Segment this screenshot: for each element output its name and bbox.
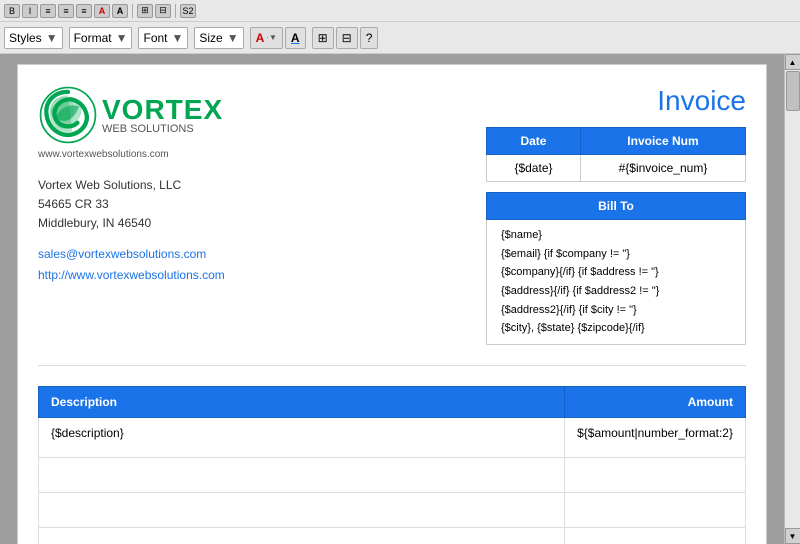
invoice-title: Invoice	[657, 85, 746, 117]
bill-to-line1: {$name}	[501, 226, 731, 245]
text-color-icon: A	[256, 31, 265, 45]
empty-desc-2	[39, 493, 565, 528]
bill-to-line3: {$company}{/if} {if $address != "}	[501, 263, 731, 282]
extra-icons-group: ⊞ ⊟ ?	[312, 27, 379, 49]
empty-row-1	[39, 458, 746, 493]
web-solutions-text: WEB SOLUTIONS	[102, 124, 223, 135]
scroll-up-button[interactable]: ▲	[785, 54, 800, 70]
format-arrow: ▼	[116, 31, 128, 45]
format-label: Format	[74, 31, 112, 45]
amount-header: Amount	[565, 387, 746, 418]
color-dropdown-arrow: ·▼	[266, 33, 277, 42]
invoice-item-row: {$description} ${$amount|number_format:2…	[39, 418, 746, 458]
format-dropdown[interactable]: Format ▼	[69, 27, 133, 49]
font-label: Font	[143, 31, 167, 45]
top-toolbar: B I ≡ ≡ ≡ A A ⊞ ⊟ S2	[0, 0, 800, 22]
toolbar-icon-align3[interactable]: ≡	[76, 4, 92, 18]
table-icon: ⊞	[318, 31, 328, 45]
empty-desc-1	[39, 458, 565, 493]
toolbar-icon-bold[interactable]: B	[4, 4, 20, 18]
text-color-button[interactable]: A ·▼	[250, 27, 283, 49]
address-line1: Vortex Web Solutions, LLC	[38, 176, 181, 195]
contact-section: sales@vortexwebsolutions.com http://www.…	[38, 244, 225, 287]
bill-to-line5: {$address2}{/if} {if $city != "}	[501, 301, 731, 320]
document: VORTEX WEB SOLUTIONS www.vortexwebsoluti…	[17, 64, 767, 544]
logo-section: VORTEX WEB SOLUTIONS www.vortexwebsoluti…	[38, 85, 225, 287]
logo-website: www.vortexwebsolutions.com	[38, 149, 169, 160]
table-row: {$date} #{$invoice_num}	[487, 155, 746, 182]
address-section: Vortex Web Solutions, LLC 54665 CR 33 Mi…	[38, 176, 181, 234]
contact-website: http://www.vortexwebsolutions.com	[38, 265, 225, 287]
content-area[interactable]: VORTEX WEB SOLUTIONS www.vortexwebsoluti…	[0, 54, 784, 544]
description-header: Description	[39, 387, 565, 418]
vortex-brand-name: VORTEX	[102, 96, 223, 124]
scroll-track[interactable]	[785, 70, 800, 528]
styles-arrow: ▼	[46, 31, 58, 45]
size-dropdown[interactable]: Size ▼	[194, 27, 243, 49]
logo-container: VORTEX WEB SOLUTIONS	[38, 85, 223, 145]
bill-to-line6: {$city}, {$state} {$zipcode}{/if}	[501, 319, 731, 338]
table-row: {$name} {$email} {if $company != "} {$co…	[487, 220, 746, 345]
bill-to-table: Bill To {$name} {$email} {if $company !=…	[486, 192, 746, 345]
invoice-num-value: #{$invoice_num}	[580, 155, 745, 182]
date-header: Date	[487, 128, 581, 155]
invoice-header: VORTEX WEB SOLUTIONS www.vortexwebsoluti…	[38, 85, 746, 345]
address-line2: 54665 CR 33	[38, 195, 181, 214]
help-icon: ?	[366, 31, 373, 45]
bill-to-content: {$name} {$email} {if $company != "} {$co…	[487, 220, 746, 345]
section-divider	[38, 365, 746, 366]
date-invoice-table: Date Invoice Num {$date} #{$invoice_num}	[486, 127, 746, 182]
toolbar-icon-italic[interactable]: I	[22, 4, 38, 18]
toolbar-icon-table[interactable]: ⊞	[137, 4, 153, 18]
main-container: VORTEX WEB SOLUTIONS www.vortexwebsoluti…	[0, 54, 800, 544]
main-invoice-table: Description Amount {$description} ${$amo…	[38, 386, 746, 544]
empty-amount-2	[565, 493, 746, 528]
bill-to-header: Bill To	[487, 193, 746, 220]
contact-email: sales@vortexwebsolutions.com	[38, 244, 225, 266]
empty-amount-1	[565, 458, 746, 493]
amount-cell: ${$amount|number_format:2}	[565, 418, 746, 458]
size-arrow: ▼	[227, 31, 239, 45]
font-dropdown[interactable]: Font ▼	[138, 27, 188, 49]
styles-label: Styles	[9, 31, 42, 45]
help-icon-btn[interactable]: ?	[360, 27, 379, 49]
table-icon-btn[interactable]: ⊞	[312, 27, 334, 49]
invoice-right: Invoice Date Invoice Num {$date}	[486, 85, 746, 345]
vortex-logo-icon	[38, 85, 98, 145]
toolbar-icon-misc[interactable]: S2	[180, 4, 196, 18]
toolbar-icon-img[interactable]: ⊟	[155, 4, 171, 18]
color-group: A ·▼ A	[250, 27, 306, 49]
toolbar-icon-align[interactable]: ≡	[40, 4, 56, 18]
description-cell: {$description}	[39, 418, 565, 458]
bill-to-line4: {$address}{/if} {if $address2 != "}	[501, 282, 731, 301]
styles-dropdown[interactable]: Styles ▼	[4, 27, 63, 49]
bill-to-line2: {$email} {if $company != "}	[501, 245, 731, 264]
toolbar-icon-color[interactable]: A	[94, 4, 110, 18]
toolbar-icon-align2[interactable]: ≡	[58, 4, 74, 18]
special-icon: ⊟	[342, 31, 352, 45]
special-icon-btn[interactable]: ⊟	[336, 27, 358, 49]
empty-row-2	[39, 493, 746, 528]
address-line3: Middlebury, IN 46540	[38, 214, 181, 233]
font-color-button[interactable]: A	[285, 27, 306, 49]
empty-row-3	[39, 528, 746, 544]
empty-amount-3	[565, 528, 746, 544]
empty-desc-3	[39, 528, 565, 544]
date-value: {$date}	[487, 155, 581, 182]
logo-text: VORTEX WEB SOLUTIONS	[102, 96, 223, 135]
size-label: Size	[199, 31, 222, 45]
font-color-icon: A	[291, 31, 300, 45]
scroll-thumb[interactable]	[786, 71, 800, 111]
vertical-scrollbar[interactable]: ▲ ▼	[784, 54, 800, 544]
toolbar-icon-font[interactable]: A	[112, 4, 128, 18]
invoice-num-header: Invoice Num	[580, 128, 745, 155]
format-bar: Styles ▼ Format ▼ Font ▼ Size ▼ A ·▼ A ⊞…	[0, 22, 800, 54]
font-arrow: ▼	[172, 31, 184, 45]
scroll-down-button[interactable]: ▼	[785, 528, 800, 544]
